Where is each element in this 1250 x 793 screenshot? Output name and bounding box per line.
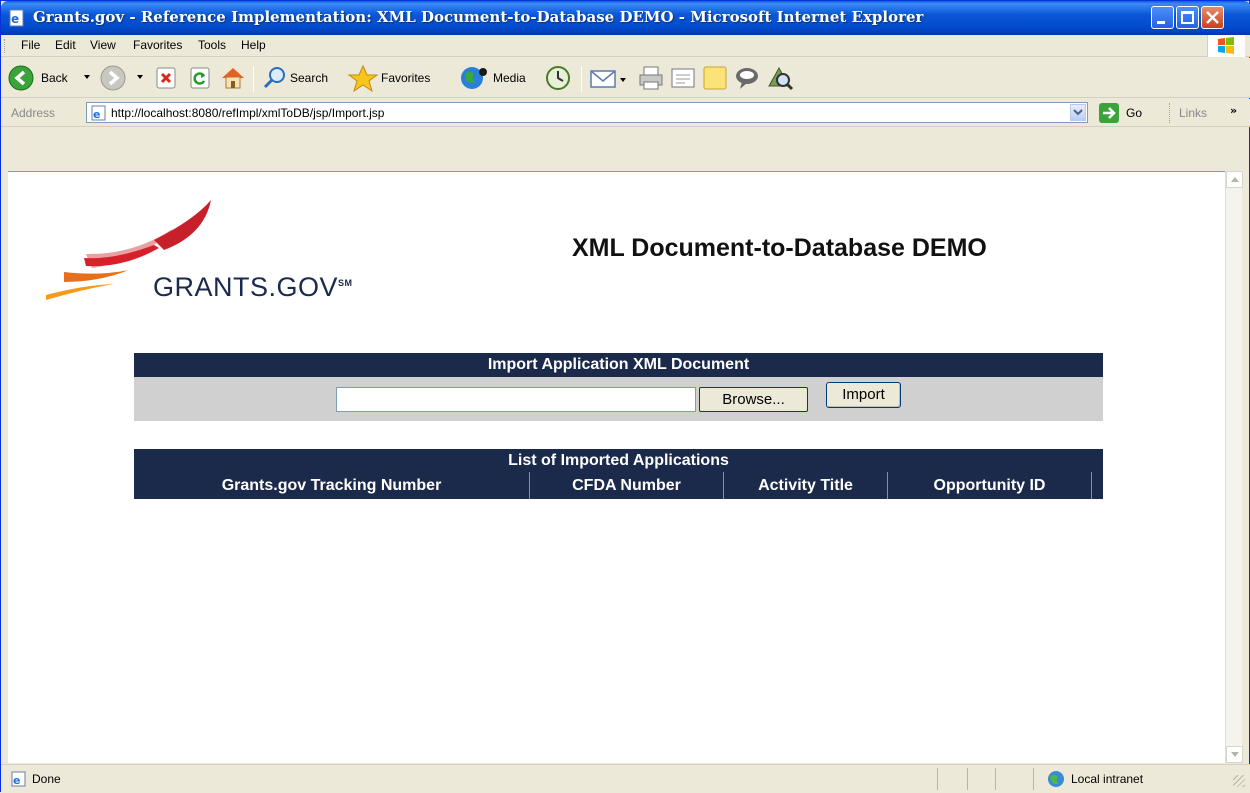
go-arrow-icon — [1099, 103, 1119, 123]
print-button[interactable] — [637, 64, 665, 92]
status-pane — [967, 768, 968, 790]
research-magnifier-icon — [768, 66, 794, 91]
page-title: XML Document-to-Database DEMO — [572, 234, 987, 262]
logo-text: GRANTS.GOV — [153, 272, 339, 302]
vertical-scrollbar[interactable] — [1225, 171, 1243, 763]
media-globe-icon — [461, 67, 487, 89]
research-button[interactable] — [765, 64, 795, 92]
windows-logo-icon — [1207, 35, 1245, 57]
browser-window: e Grants.gov - Reference Implementation:… — [0, 0, 1250, 793]
chevron-down-icon — [1073, 109, 1083, 116]
home-button[interactable] — [219, 64, 247, 92]
menu-help[interactable]: Help — [241, 38, 266, 52]
security-zone: Local intranet — [1071, 772, 1144, 786]
window-title: Grants.gov - Reference Implementation: X… — [33, 8, 924, 26]
stop-button[interactable] — [153, 64, 179, 92]
status-pane — [995, 768, 996, 790]
import-panel: Import Application XML Document Browse..… — [134, 353, 1103, 421]
toolbar-separator — [253, 66, 254, 92]
standard-toolbar: Back Search Favorites Media — [1, 58, 1250, 98]
menu-bar: File Edit View Favorites Tools Help — [1, 35, 1250, 57]
address-url: http://localhost:8080/refImpl/xmlToDB/js… — [111, 106, 385, 120]
address-label: Address — [11, 106, 56, 120]
media-label: Media — [493, 71, 526, 85]
status-text: Done — [32, 772, 61, 786]
imported-list-heading: List of Imported Applications — [134, 449, 1103, 472]
close-button[interactable] — [1201, 6, 1224, 29]
page-content: GRANTS.GOVSM XML Document-to-Database DE… — [8, 171, 1227, 763]
messenger-button[interactable] — [733, 64, 761, 92]
page-icon: e — [91, 105, 106, 121]
address-input[interactable]: e http://localhost:8080/refImpl/xmlToDB/… — [86, 102, 1088, 123]
favorites-star-icon — [348, 64, 378, 92]
menu-grip — [4, 39, 6, 53]
mail-button[interactable] — [589, 64, 629, 92]
menu-view[interactable]: View — [90, 38, 116, 52]
toolbar-separator — [581, 66, 582, 92]
forward-arrow-icon — [100, 65, 126, 91]
links-button[interactable]: Links — [1179, 106, 1207, 120]
column-tracking-number[interactable]: Grants.gov Tracking Number — [134, 472, 530, 499]
back-arrow-icon — [8, 65, 34, 91]
browse-button[interactable]: Browse... — [699, 387, 808, 412]
maximize-button[interactable] — [1176, 6, 1199, 29]
stop-icon — [156, 67, 176, 89]
back-history-dropdown[interactable] — [84, 75, 90, 79]
edit-page-icon — [671, 68, 695, 88]
import-panel-body: Browse... Import — [134, 377, 1103, 421]
ie-page-icon: e — [9, 9, 24, 27]
history-button[interactable] — [543, 64, 573, 92]
intranet-globe-icon — [1048, 771, 1064, 787]
status-bar: e Done Local intranet — [1, 764, 1250, 793]
svg-text:e: e — [13, 774, 20, 787]
printer-icon — [639, 66, 663, 90]
menu-favorites[interactable]: Favorites — [133, 38, 182, 52]
grants-gov-wordmark: GRANTS.GOVSM — [153, 272, 353, 303]
service-mark: SM — [338, 278, 353, 288]
forward-button[interactable] — [99, 64, 127, 92]
column-activity-title[interactable]: Activity Title — [724, 472, 888, 499]
back-label: Back — [41, 71, 68, 85]
history-clock-icon — [546, 66, 570, 90]
file-path-input[interactable] — [336, 387, 696, 412]
forward-history-dropdown[interactable] — [137, 75, 143, 79]
favorites-label: Favorites — [381, 71, 431, 85]
table-header-row: Grants.gov Tracking Number CFDA Number A… — [134, 472, 1103, 499]
minimize-button[interactable] — [1151, 6, 1174, 29]
menu-file[interactable]: File — [21, 38, 40, 52]
scroll-up-button[interactable] — [1226, 171, 1243, 188]
svg-text:e: e — [11, 12, 19, 26]
mail-icon — [590, 70, 626, 88]
column-opportunity-id[interactable]: Opportunity ID — [888, 472, 1092, 499]
imported-applications-table: List of Imported Applications Grants.gov… — [134, 449, 1103, 499]
search-label: Search — [290, 71, 329, 85]
resize-grip[interactable] — [1233, 775, 1245, 787]
ie-page-icon: e — [11, 771, 26, 787]
home-icon — [222, 68, 244, 89]
links-grip — [1169, 103, 1171, 123]
search-icon — [263, 67, 285, 89]
title-bar: e Grants.gov - Reference Implementation:… — [1, 1, 1250, 35]
refresh-button[interactable] — [187, 64, 213, 92]
menu-tools[interactable]: Tools — [198, 38, 226, 52]
import-button[interactable]: Import — [826, 382, 901, 408]
svg-text:e: e — [93, 108, 100, 121]
menu-edit[interactable]: Edit — [55, 38, 76, 52]
chevron-right-icon[interactable]: » — [1230, 104, 1237, 117]
address-dropdown-button[interactable] — [1070, 104, 1086, 121]
address-bar: Address e http://localhost:8080/refImpl/… — [1, 99, 1250, 127]
status-pane — [1033, 768, 1034, 790]
edit-button[interactable] — [669, 64, 697, 92]
close-icon — [1206, 11, 1219, 24]
discuss-button[interactable] — [701, 64, 729, 92]
go-button[interactable]: Go — [1099, 103, 1154, 123]
sticky-note-icon — [703, 66, 727, 90]
speech-bubble-icon — [736, 68, 758, 89]
import-panel-heading: Import Application XML Document — [134, 353, 1103, 377]
refresh-icon — [190, 67, 210, 89]
scroll-down-button[interactable] — [1226, 746, 1243, 763]
go-label: Go — [1126, 106, 1143, 120]
status-pane — [937, 768, 938, 790]
column-cfda-number[interactable]: CFDA Number — [530, 472, 724, 499]
